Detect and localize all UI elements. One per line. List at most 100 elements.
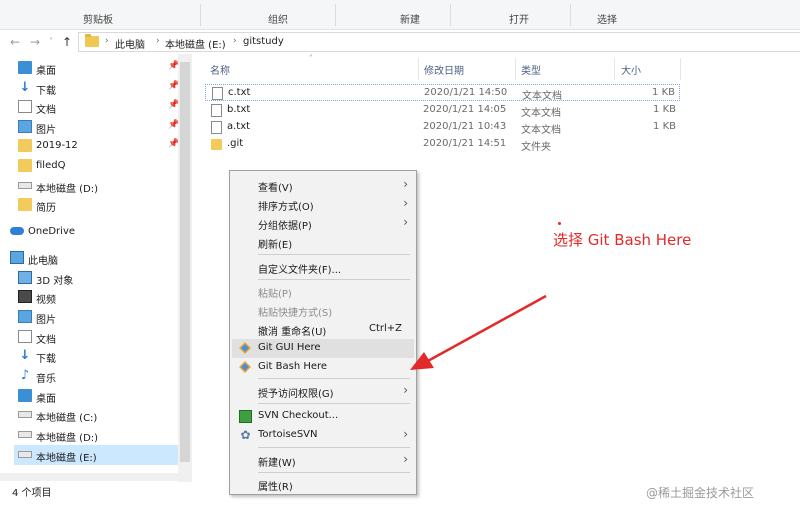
ribbon-group-clipboard: 剪贴板 — [83, 15, 113, 26]
nav-item-drive-e[interactable]: 本地磁盘 (E:) — [14, 445, 178, 465]
nav-pane-scrollbar[interactable] — [178, 54, 192, 482]
menu-item-tortoisesvn[interactable]: ✿ TortoiseSVN › — [232, 426, 414, 445]
nav-item-videos[interactable]: 视频 — [18, 287, 183, 307]
nav-pane-horizontal-scrollbar[interactable] — [0, 473, 192, 481]
item-count: 4 个项目 — [12, 488, 52, 499]
nav-item-label: 简历 — [36, 203, 56, 214]
nav-item-filedq[interactable]: filedQ — [18, 156, 183, 176]
nav-item-downloads-quick[interactable]: ↓ 下载 📌 — [18, 78, 183, 98]
nav-item-label: 下载 — [36, 354, 56, 365]
file-row-a-txt[interactable]: a.txt 2020/1/21 10:43 文本文档 1 KB — [205, 119, 680, 136]
file-date: 2020/1/21 14:05 — [423, 104, 507, 115]
nav-item-documents[interactable]: 文档 — [18, 327, 183, 347]
forward-arrow-icon[interactable]: → — [28, 34, 42, 50]
nav-item-2019-12[interactable]: 2019-12 📌 — [18, 136, 183, 156]
menu-item-label: 粘贴(P) — [258, 289, 292, 300]
document-icon — [18, 330, 32, 343]
column-divider[interactable] — [614, 58, 615, 80]
menu-item-properties[interactable]: 属性(R) — [232, 475, 414, 494]
menu-item-shortcut: Ctrl+Z — [368, 323, 402, 334]
nav-item-label: 音乐 — [36, 374, 56, 385]
nav-item-resume[interactable]: 简历 — [18, 195, 183, 215]
nav-item-music[interactable]: ♪ 音乐 — [18, 366, 183, 386]
recent-locations-chevron-icon[interactable]: ˅ — [44, 34, 58, 50]
menu-item-customize-folder[interactable]: 自定义文件夹(F)... — [232, 258, 414, 277]
menu-item-paste-shortcut: 粘贴快捷方式(S) — [232, 301, 414, 320]
file-row-git-folder[interactable]: .git 2020/1/21 14:51 文件夹 — [205, 136, 680, 153]
address-bar[interactable]: › 此电脑 › 本地磁盘 (E:) › gitstudy — [78, 32, 800, 52]
menu-separator — [258, 447, 410, 448]
file-row-b-txt[interactable]: b.txt 2020/1/21 14:05 文本文档 1 KB — [205, 102, 680, 119]
nav-item-pictures[interactable]: 图片 — [18, 307, 183, 327]
nav-item-label: 本地磁盘 (C:) — [36, 413, 98, 424]
nav-item-onedrive[interactable]: OneDrive — [10, 222, 175, 242]
up-arrow-icon[interactable]: ↑ — [60, 34, 74, 50]
file-date: 2020/1/21 14:51 — [423, 138, 507, 149]
menu-item-grant-access[interactable]: 授予访问权限(G) › — [232, 382, 414, 401]
breadcrumb-chevron-icon[interactable]: › — [233, 36, 237, 46]
nav-item-label: 视频 — [36, 295, 56, 306]
nav-item-desktop-quick[interactable]: 桌面 📌 — [18, 58, 183, 78]
column-divider[interactable] — [515, 58, 516, 80]
nav-item-desktop[interactable]: 桌面 — [18, 386, 183, 406]
sort-up-icon: ˄ — [309, 54, 313, 63]
file-name: a.txt — [227, 121, 251, 132]
menu-item-label: 属性(R) — [258, 482, 293, 493]
ribbon-divider — [335, 4, 336, 26]
breadcrumb-this-pc[interactable]: 此电脑 — [115, 36, 145, 51]
scrollbar-thumb[interactable] — [180, 62, 190, 462]
submenu-arrow-icon: › — [403, 177, 408, 191]
nav-item-pictures-quick[interactable]: 图片 📌 — [18, 117, 183, 137]
back-arrow-icon[interactable]: ← — [8, 34, 22, 50]
nav-item-drive-c[interactable]: 本地磁盘 (C:) — [18, 405, 183, 425]
file-size: 1 KB — [652, 87, 675, 98]
download-icon: ↓ — [19, 80, 31, 95]
nav-item-3d-objects[interactable]: 3D 对象 — [18, 268, 183, 288]
submenu-arrow-icon: › — [403, 383, 408, 397]
menu-item-label: 分组依据(P) — [258, 221, 312, 232]
menu-item-git-gui[interactable]: Git GUI Here — [232, 339, 414, 358]
menu-item-sort[interactable]: 排序方式(O) › — [232, 195, 414, 214]
column-divider[interactable] — [418, 58, 419, 80]
menu-item-new[interactable]: 新建(W) › — [232, 451, 414, 470]
breadcrumb-chevron-icon[interactable]: › — [105, 36, 109, 46]
menu-item-git-bash[interactable]: Git Bash Here — [232, 358, 414, 377]
menu-item-view[interactable]: 查看(V) › — [232, 176, 414, 195]
file-size: 1 KB — [653, 104, 676, 115]
menu-item-label: 撤消 重命名(U) — [258, 327, 327, 338]
menu-item-label: 排序方式(O) — [258, 202, 314, 213]
folder-icon — [85, 34, 99, 47]
column-header-size[interactable]: 大小 — [621, 62, 641, 84]
navigation-pane: 桌面 📌 ↓ 下载 📌 文档 📌 图片 📌 2019-12 📌 filedQ 本… — [0, 54, 192, 482]
nav-item-downloads[interactable]: ↓ 下载 — [18, 346, 183, 366]
nav-item-label: OneDrive — [28, 226, 76, 237]
menu-item-undo-rename[interactable]: 撤消 重命名(U) Ctrl+Z — [232, 320, 414, 339]
menu-item-label: 查看(V) — [258, 183, 293, 194]
file-row-c-txt[interactable]: c.txt 2020/1/21 14:50 文本文档 1 KB — [205, 84, 680, 102]
content-scrollbar[interactable] — [793, 54, 800, 507]
menu-item-group[interactable]: 分组依据(P) › — [232, 214, 414, 233]
column-header-type[interactable]: 类型 — [521, 62, 541, 84]
menu-item-svn-checkout[interactable]: SVN Checkout... — [232, 407, 414, 426]
column-divider[interactable] — [680, 58, 681, 80]
nav-item-drive-d[interactable]: 本地磁盘 (D:) — [18, 425, 183, 445]
menu-item-label: 刷新(E) — [258, 240, 293, 251]
nav-item-label: 本地磁盘 (D:) — [36, 184, 99, 195]
breadcrumb-chevron-icon[interactable]: › — [156, 36, 160, 46]
file-size: 1 KB — [653, 121, 676, 132]
menu-separator — [258, 254, 410, 255]
nav-item-label: 本地磁盘 (D:) — [36, 433, 99, 444]
nav-item-this-pc[interactable]: 此电脑 — [10, 248, 175, 268]
drive-icon — [18, 431, 32, 438]
nav-item-documents-quick[interactable]: 文档 📌 — [18, 97, 183, 117]
breadcrumb-gitstudy[interactable]: gitstudy — [243, 36, 284, 47]
column-header-name[interactable]: 名称 — [210, 62, 230, 84]
text-file-icon — [212, 87, 223, 100]
submenu-arrow-icon: › — [403, 215, 408, 229]
column-header-date[interactable]: 修改日期 — [424, 62, 464, 84]
nav-item-drive-d-quick[interactable]: 本地磁盘 (D:) — [18, 176, 183, 196]
drive-icon — [18, 451, 32, 458]
nav-item-label: 本地磁盘 (E:) — [36, 453, 97, 464]
menu-item-refresh[interactable]: 刷新(E) — [232, 233, 414, 252]
breadcrumb-drive-e[interactable]: 本地磁盘 (E:) — [165, 36, 226, 51]
